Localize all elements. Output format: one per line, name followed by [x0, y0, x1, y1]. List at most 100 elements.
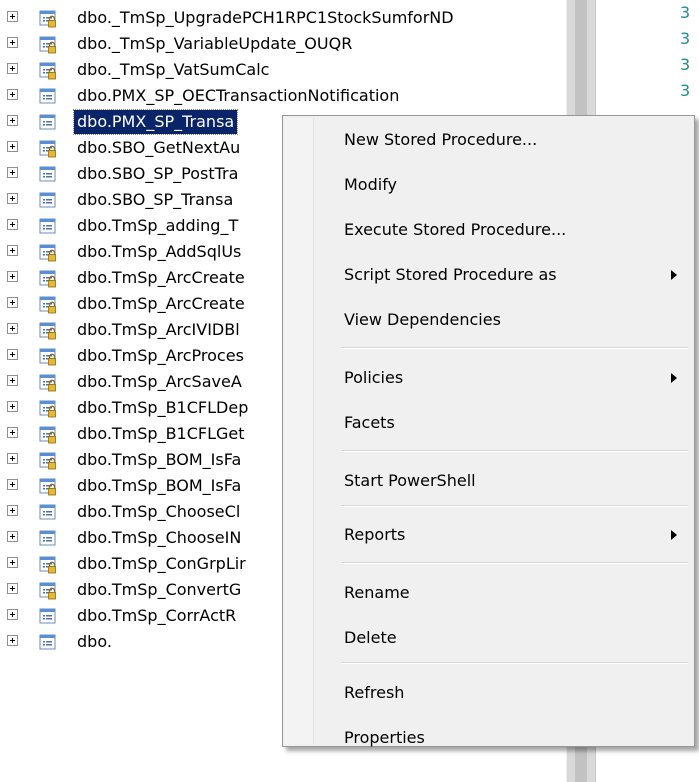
expand-icon[interactable]	[7, 557, 18, 568]
tree-row-label[interactable]: dbo.PMX_SP_OECTransactionNotification	[74, 84, 402, 108]
menu-separator	[341, 662, 688, 664]
expand-icon[interactable]	[7, 635, 18, 646]
expand-icon[interactable]	[7, 219, 18, 230]
tree-row[interactable]: dbo._TmSp_UpgradePCH1RPC1StockSumforND	[0, 5, 560, 31]
tree-row-label[interactable]: dbo.TmSp_ConGrpLir	[74, 552, 249, 576]
locked-stored-procedure-icon	[38, 424, 58, 444]
tree-row-label[interactable]: dbo.TmSp_ArcCreate	[74, 292, 248, 316]
expand-icon[interactable]	[7, 479, 18, 490]
menu-item-label: Refresh	[344, 683, 405, 702]
tree-row-label[interactable]: dbo._TmSp_VatSumCalc	[74, 58, 272, 82]
tree-row-label[interactable]: dbo.TmSp_ChooseCl	[74, 500, 243, 524]
tree-row-label[interactable]: dbo.TmSp_ArcProces	[74, 344, 247, 368]
tree-row-label[interactable]: dbo.SBO_SP_PostTra	[74, 162, 241, 186]
menu-item-reports[interactable]: Reports	[286, 519, 691, 551]
expand-icon[interactable]	[7, 583, 18, 594]
menu-item-properties[interactable]: Properties	[286, 722, 691, 754]
line-number: 3	[680, 81, 691, 100]
tree-row-label[interactable]: dbo.SBO_SP_Transa	[74, 188, 236, 212]
menu-separator	[341, 450, 688, 452]
locked-stored-procedure-icon	[38, 450, 58, 470]
line-number: 3	[680, 3, 691, 22]
expand-icon[interactable]	[7, 531, 18, 542]
menu-item-start-powershell[interactable]: Start PowerShell	[286, 465, 691, 497]
expand-icon[interactable]	[7, 271, 18, 282]
menu-item-label: Properties	[344, 728, 425, 747]
locked-stored-procedure-icon	[38, 372, 58, 392]
tree-row-label[interactable]: dbo.TmSp_AddSqlUs	[74, 240, 244, 264]
menu-item-modify[interactable]: Modify	[286, 169, 691, 201]
expand-icon[interactable]	[7, 63, 18, 74]
menu-item-label: Policies	[344, 368, 404, 387]
menu-item-facets[interactable]: Facets	[286, 407, 691, 439]
expand-icon[interactable]	[7, 167, 18, 178]
expand-icon[interactable]	[7, 401, 18, 412]
tree-row-label[interactable]: dbo.TmSp_ChooseIN	[74, 526, 244, 550]
menu-item-script-stored-procedure-as[interactable]: Script Stored Procedure as	[286, 259, 691, 291]
expand-icon[interactable]	[7, 453, 18, 464]
tree-row-label[interactable]: dbo.TmSp_B1CFLDep	[74, 396, 251, 420]
menu-separator	[341, 505, 688, 507]
menu-item-label: Execute Stored Procedure...	[344, 220, 567, 239]
expand-icon[interactable]	[7, 297, 18, 308]
stored-procedure-icon	[38, 216, 58, 236]
tree-row-label[interactable]: dbo.PMX_SP_Transa	[72, 109, 239, 135]
expand-icon[interactable]	[7, 11, 18, 22]
expand-icon[interactable]	[7, 193, 18, 204]
locked-stored-procedure-icon	[38, 60, 58, 80]
tree-row-label[interactable]: dbo.	[74, 630, 115, 654]
line-number: 3	[680, 29, 691, 48]
expand-icon[interactable]	[7, 89, 18, 100]
expand-icon[interactable]	[7, 115, 18, 126]
menu-separator	[341, 562, 688, 564]
submenu-arrow-icon	[671, 270, 677, 280]
menu-item-label: Script Stored Procedure as	[344, 265, 557, 284]
menu-item-refresh[interactable]: Refresh	[286, 677, 691, 709]
tree-row-label[interactable]: dbo._TmSp_VariableUpdate_OUQR	[74, 32, 355, 56]
menu-item-label: Rename	[344, 583, 410, 602]
expand-icon[interactable]	[7, 349, 18, 360]
expand-icon[interactable]	[7, 245, 18, 256]
locked-stored-procedure-icon	[38, 268, 58, 288]
menu-separator	[341, 347, 688, 349]
tree-row-label[interactable]: dbo.TmSp_B1CFLGet	[74, 422, 248, 446]
locked-stored-procedure-icon	[38, 8, 58, 28]
tree-row-label[interactable]: dbo.TmSp_adding_T	[74, 214, 241, 238]
menu-item-label: New Stored Procedure...	[344, 130, 538, 149]
menu-item-delete[interactable]: Delete	[286, 622, 691, 654]
expand-icon[interactable]	[7, 37, 18, 48]
locked-stored-procedure-icon	[38, 554, 58, 574]
stored-procedure-icon	[38, 632, 58, 652]
locked-stored-procedure-icon	[38, 320, 58, 340]
tree-row[interactable]: dbo.PMX_SP_OECTransactionNotification	[0, 83, 560, 109]
tree-row[interactable]: dbo._TmSp_VariableUpdate_OUQR	[0, 31, 560, 57]
expand-icon[interactable]	[7, 141, 18, 152]
menu-item-label: View Dependencies	[344, 310, 501, 329]
tree-row[interactable]: dbo._TmSp_VatSumCalc	[0, 57, 560, 83]
locked-stored-procedure-icon	[38, 476, 58, 496]
tree-row-label[interactable]: dbo.SBO_GetNextAu	[74, 136, 243, 160]
tree-row-label[interactable]: dbo.TmSp_ArcCreate	[74, 266, 248, 290]
expand-icon[interactable]	[7, 505, 18, 516]
tree-row-label[interactable]: dbo.TmSp_CorrActR	[74, 604, 239, 628]
expand-icon[interactable]	[7, 609, 18, 620]
menu-item-rename[interactable]: Rename	[286, 577, 691, 609]
tree-row-label[interactable]: dbo.TmSp_ArcIVIDBl	[74, 318, 243, 342]
menu-item-new-stored-procedure[interactable]: New Stored Procedure...	[286, 124, 691, 156]
stored-procedure-icon	[38, 502, 58, 522]
tree-row-label[interactable]: dbo.TmSp_ConvertG	[74, 578, 244, 602]
menu-item-policies[interactable]: Policies	[286, 362, 691, 394]
tree-row-label[interactable]: dbo.TmSp_BOM_IsFa	[74, 474, 244, 498]
locked-stored-procedure-icon	[38, 138, 58, 158]
expand-icon[interactable]	[7, 427, 18, 438]
tree-row-label[interactable]: dbo.TmSp_BOM_IsFa	[74, 448, 244, 472]
expand-icon[interactable]	[7, 375, 18, 386]
locked-stored-procedure-icon	[38, 398, 58, 418]
submenu-arrow-icon	[671, 373, 677, 383]
tree-row-label[interactable]: dbo.TmSp_ArcSaveA	[74, 370, 245, 394]
locked-stored-procedure-icon	[38, 34, 58, 54]
expand-icon[interactable]	[7, 323, 18, 334]
menu-item-view-dependencies[interactable]: View Dependencies	[286, 304, 691, 336]
menu-item-execute-stored-procedure[interactable]: Execute Stored Procedure...	[286, 214, 691, 246]
tree-row-label[interactable]: dbo._TmSp_UpgradePCH1RPC1StockSumforND	[74, 6, 457, 30]
